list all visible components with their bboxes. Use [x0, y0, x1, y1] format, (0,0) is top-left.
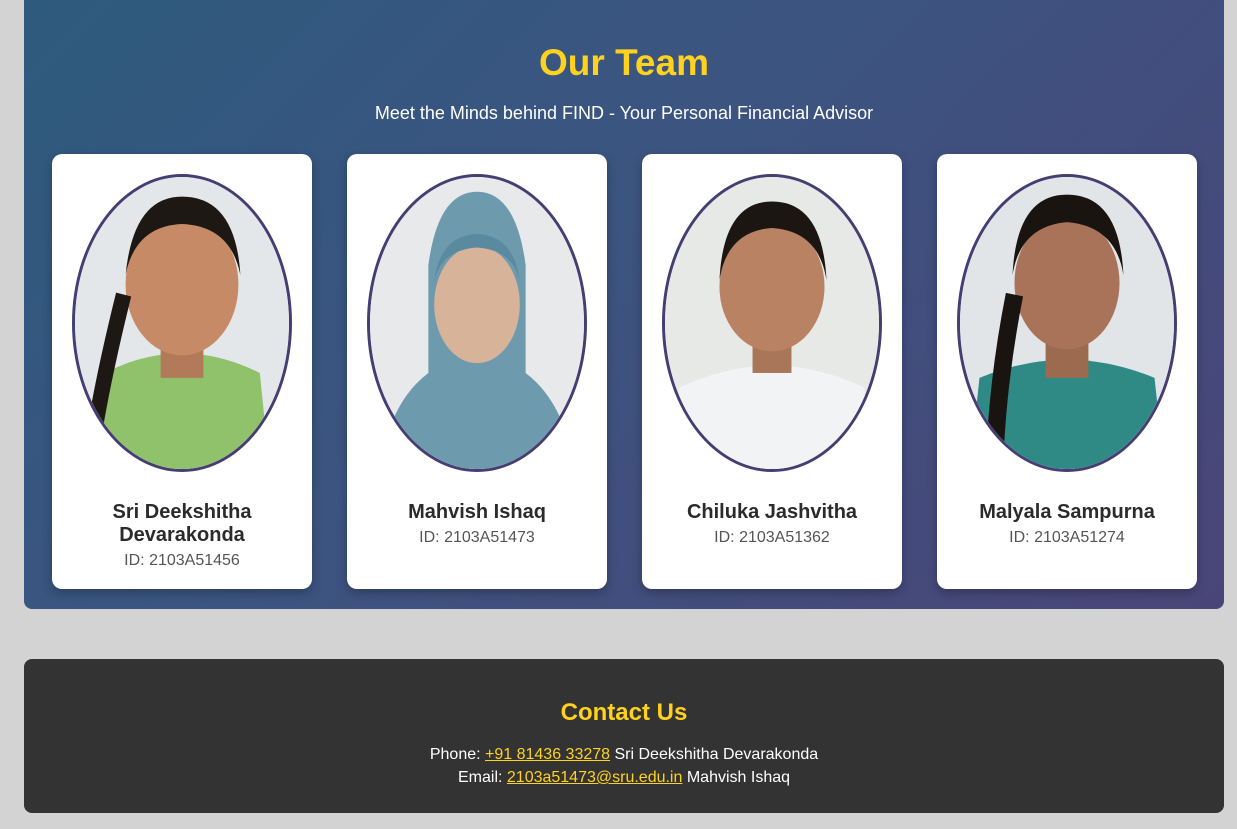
member-name: Mahvish Ishaq: [408, 501, 546, 523]
member-name: Sri Deekshitha Devarakonda: [112, 501, 252, 546]
contact-phone-line: Phone: +91 81436 33278 Sri Deekshitha De…: [24, 745, 1224, 765]
email-person: Mahvish Ishaq: [686, 769, 791, 786]
member-photo: [367, 174, 587, 472]
phone-link[interactable]: +91 81436 33278: [485, 746, 610, 763]
member-id: ID: 2103A51473: [419, 529, 535, 546]
email-link[interactable]: 2103a51473@sru.edu.in: [507, 769, 683, 786]
member-id: ID: 2103A51274: [1009, 529, 1125, 546]
team-member-card: Mahvish Ishaq ID: 2103A51473: [347, 154, 607, 589]
team-title: Our Team: [539, 42, 709, 83]
member-id: ID: 2103A51456: [124, 552, 240, 569]
phone-label: Phone:: [429, 746, 481, 763]
contact-email-line: Email: 2103a51473@sru.edu.in Mahvish Ish…: [24, 768, 1224, 788]
member-photo: [957, 174, 1177, 472]
member-photo: [662, 174, 882, 472]
member-photo: [72, 174, 292, 472]
team-member-card: Chiluka Jashvitha ID: 2103A51362: [642, 154, 902, 589]
team-subtitle: Meet the Minds behind FIND - Your Person…: [374, 103, 874, 123]
phone-person: Sri Deekshitha Devarakonda: [614, 746, 819, 763]
team-section: Our Team Meet the Minds behind FIND - Yo…: [24, 0, 1224, 609]
member-name: Malyala Sampurna: [979, 501, 1155, 523]
member-name: Chiluka Jashvitha: [686, 501, 858, 523]
contact-section: Contact Us Phone: +91 81436 33278 Sri De…: [24, 659, 1224, 813]
member-id: ID: 2103A51362: [714, 529, 830, 546]
team-member-card: Sri Deekshitha Devarakonda ID: 2103A5145…: [52, 154, 312, 589]
contact-title: Contact Us: [560, 699, 688, 726]
team-cards: Sri Deekshitha Devarakonda ID: 2103A5145…: [52, 154, 1197, 589]
team-member-card: Malyala Sampurna ID: 2103A51274: [937, 154, 1197, 589]
email-label: Email:: [457, 769, 503, 786]
